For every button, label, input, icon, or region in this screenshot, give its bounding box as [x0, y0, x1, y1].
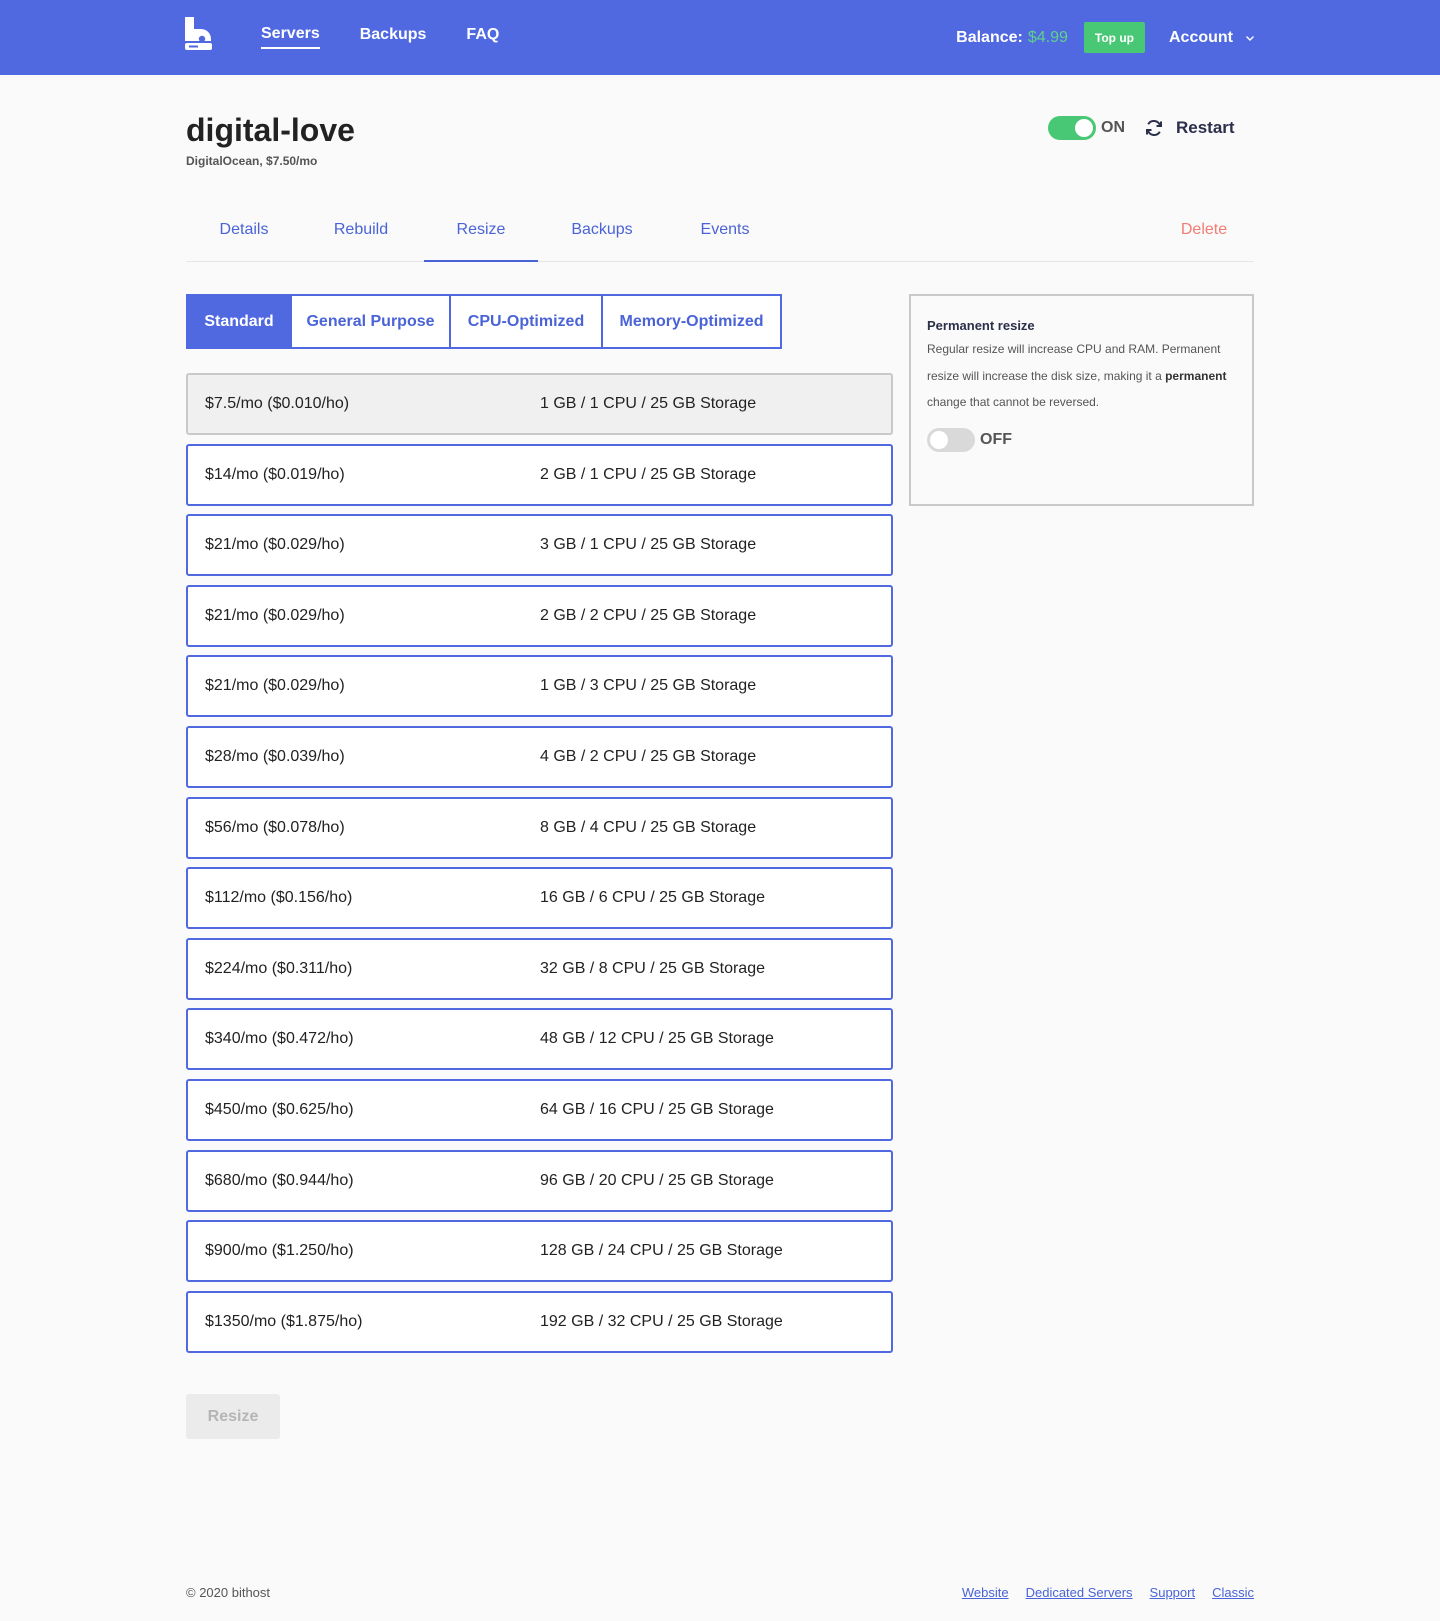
plan-option[interactable]: $28/mo ($0.039/ho) 4 GB / 2 CPU / 25 GB …	[186, 725, 893, 788]
description-emphasis: permanent	[1165, 368, 1227, 383]
plan-option[interactable]: $224/mo ($0.311/ho) 32 GB / 8 CPU / 25 G…	[186, 937, 893, 1000]
plan-price: $21/mo ($0.029/ho)	[205, 606, 345, 624]
plan-price: $680/mo ($0.944/ho)	[205, 1171, 354, 1189]
plan-option[interactable]: $112/mo ($0.156/ho) 16 GB / 6 CPU / 25 G…	[186, 867, 893, 930]
plan-option-current[interactable]: $7.5/mo ($0.010/ho) 1 GB / 1 CPU / 25 GB…	[186, 373, 893, 435]
plan-price: $224/mo ($0.311/ho)	[205, 959, 353, 977]
plan-option[interactable]: $21/mo ($0.029/ho) 1 GB / 3 CPU / 25 GB …	[186, 655, 893, 718]
switch-knob	[930, 430, 948, 449]
category-general-purpose[interactable]: General Purpose	[290, 294, 451, 349]
category-memory-optimized[interactable]: Memory-Optimized	[601, 294, 782, 349]
plan-option[interactable]: $21/mo ($0.029/ho) 2 GB / 2 CPU / 25 GB …	[186, 584, 893, 647]
plan-price: $7.5/mo ($0.010/ho)	[205, 395, 350, 412]
category-standard[interactable]: Standard	[186, 294, 292, 349]
plan-option[interactable]: $900/mo ($1.250/ho) 128 GB / 24 CPU / 25…	[186, 1220, 893, 1283]
server-subtitle: DigitalOcean, $7.50/mo	[186, 154, 318, 168]
restart-label: Restart	[1176, 118, 1235, 137]
main-nav: Servers Backups FAQ	[261, 0, 539, 75]
plan-price: $56/mo ($0.078/ho)	[205, 818, 345, 836]
plan-price: $21/mo ($0.029/ho)	[205, 536, 345, 554]
bithost-logo-icon[interactable]	[185, 17, 215, 51]
plan-price: $450/mo ($0.625/ho)	[205, 1100, 354, 1118]
power-switch[interactable]	[1048, 116, 1096, 140]
plan-spec: 96 GB / 20 CPU / 25 GB Storage	[540, 1171, 774, 1189]
plan-spec: 8 GB / 4 CPU / 25 GB Storage	[540, 818, 757, 836]
footer-link-website[interactable]: Website	[962, 1585, 1009, 1600]
plan-price: $14/mo ($0.019/ho)	[205, 465, 345, 483]
restart-button[interactable]: Restart	[1144, 118, 1235, 138]
footer-link-classic[interactable]: Classic	[1212, 1585, 1254, 1600]
plan-spec: 16 GB / 6 CPU / 25 GB Storage	[540, 889, 765, 907]
plan-price: $21/mo ($0.029/ho)	[205, 677, 345, 695]
nav-backups[interactable]: Backups	[360, 26, 427, 48]
refresh-icon	[1146, 120, 1162, 136]
footer-link-dedicated-servers[interactable]: Dedicated Servers	[1026, 1585, 1133, 1600]
plan-spec: 128 GB / 24 CPU / 25 GB Storage	[540, 1242, 783, 1260]
power-toggle[interactable]: ON	[1048, 116, 1125, 140]
top-up-button[interactable]: Top up	[1083, 22, 1145, 53]
plan-list: $7.5/mo ($0.010/ho) 1 GB / 1 CPU / 25 GB…	[186, 373, 893, 1361]
account-menu[interactable]: Account	[1169, 29, 1255, 47]
plan-option[interactable]: $680/mo ($0.944/ho) 96 GB / 20 CPU / 25 …	[186, 1149, 893, 1212]
tab-events[interactable]: Events	[666, 204, 784, 262]
plan-price: $112/mo ($0.156/ho)	[205, 889, 353, 907]
plan-price: $900/mo ($1.250/ho)	[205, 1242, 354, 1260]
tab-resize[interactable]: Resize	[424, 204, 538, 262]
plan-option[interactable]: $14/mo ($0.019/ho) 2 GB / 1 CPU / 25 GB …	[186, 443, 893, 506]
nav-servers[interactable]: Servers	[261, 25, 320, 49]
plan-spec: 2 GB / 1 CPU / 25 GB Storage	[540, 465, 757, 483]
balance-label: Balance:	[956, 28, 1023, 46]
permanent-resize-panel: Permanent resize Regular resize will inc…	[909, 294, 1254, 506]
permanent-resize-toggle[interactable]: OFF	[927, 427, 1236, 452]
power-label: ON	[1101, 119, 1125, 136]
plan-spec: 32 GB / 8 CPU / 25 GB Storage	[540, 959, 765, 977]
footer-link-support[interactable]: Support	[1150, 1585, 1196, 1600]
category-selector: Standard General Purpose CPU-Optimized M…	[186, 294, 782, 349]
plan-spec: 1 GB / 3 CPU / 25 GB Storage	[540, 677, 757, 695]
copyright: © 2020 bithost	[186, 1585, 271, 1600]
nav-faq[interactable]: FAQ	[466, 26, 499, 48]
permanent-resize-label: OFF	[980, 430, 1012, 448]
plan-option[interactable]: $56/mo ($0.078/ho) 8 GB / 4 CPU / 25 GB …	[186, 796, 893, 859]
plan-spec: 192 GB / 32 CPU / 25 GB Storage	[540, 1312, 783, 1330]
footer-links: Website Dedicated Servers Support Classi…	[945, 1585, 1254, 1600]
plan-option[interactable]: $340/mo ($0.472/ho) 48 GB / 12 CPU / 25 …	[186, 1008, 893, 1071]
chevron-down-icon	[1246, 35, 1254, 41]
plan-option[interactable]: $450/mo ($0.625/ho) 64 GB / 16 CPU / 25 …	[186, 1078, 893, 1141]
description-text-end: change that cannot be reversed.	[927, 395, 1100, 409]
plan-price: $28/mo ($0.039/ho)	[205, 747, 345, 765]
server-tabs: Details Rebuild Resize Backups Events De…	[186, 204, 1254, 262]
tab-details[interactable]: Details	[186, 204, 302, 262]
plan-price: $1350/mo ($1.875/ho)	[205, 1312, 363, 1330]
permanent-resize-switch[interactable]	[927, 427, 975, 452]
category-cpu-optimized[interactable]: CPU-Optimized	[449, 294, 603, 349]
tab-rebuild[interactable]: Rebuild	[302, 204, 420, 262]
plan-spec: 64 GB / 16 CPU / 25 GB Storage	[540, 1100, 774, 1118]
plan-spec: 3 GB / 1 CPU / 25 GB Storage	[540, 536, 757, 554]
account-label: Account	[1169, 28, 1233, 46]
plan-spec: 1 GB / 1 CPU / 25 GB Storage	[540, 395, 757, 412]
tab-backups[interactable]: Backups	[538, 204, 666, 262]
resize-button[interactable]: Resize	[186, 1394, 280, 1439]
plan-spec: 2 GB / 2 CPU / 25 GB Storage	[540, 606, 757, 624]
plan-price: $340/mo ($0.472/ho)	[205, 1030, 354, 1048]
plan-spec: 48 GB / 12 CPU / 25 GB Storage	[540, 1030, 774, 1048]
switch-knob	[1075, 119, 1093, 137]
server-name: digital-love	[186, 112, 355, 148]
permanent-resize-title: Permanent resize	[927, 318, 1035, 333]
permanent-resize-description: Regular resize will increase CPU and RAM…	[927, 336, 1236, 416]
plan-spec: 4 GB / 2 CPU / 25 GB Storage	[540, 747, 757, 765]
plan-option[interactable]: $1350/mo ($1.875/ho) 192 GB / 32 CPU / 2…	[186, 1290, 893, 1353]
account-area: Balance: $4.99 Top up Account	[956, 0, 1255, 75]
balance-value: $4.99	[1027, 28, 1068, 46]
tab-delete[interactable]: Delete	[1154, 204, 1254, 262]
plan-option[interactable]: $21/mo ($0.029/ho) 3 GB / 1 CPU / 25 GB …	[186, 514, 893, 577]
top-navbar: Servers Backups FAQ Balance: $4.99 Top u…	[0, 0, 1440, 75]
